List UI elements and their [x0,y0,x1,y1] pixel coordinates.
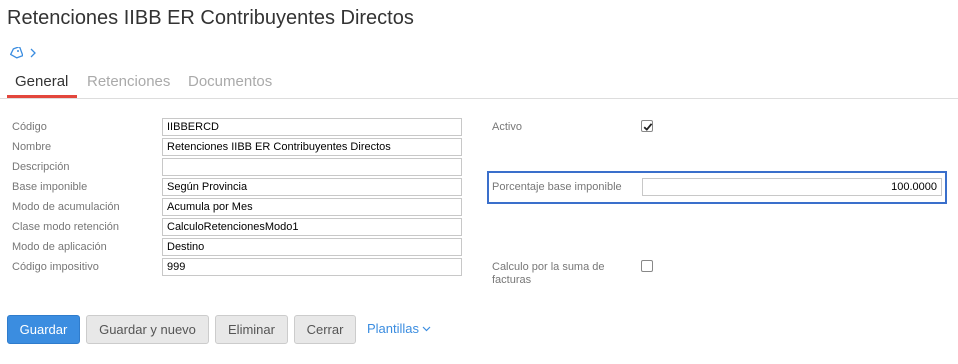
tag-row [9,47,36,59]
save-and-new-button[interactable]: Guardar y nuevo [86,315,209,344]
porcentaje-base-imponible-label: Porcentaje base imponible [492,181,622,193]
tag-icon[interactable] [9,47,23,59]
nombre-label: Nombre [12,141,52,153]
modo-aplicacion-field[interactable] [162,238,462,256]
clase-modo-retencion-label: Clase modo retención [12,221,120,233]
checkmark-icon [643,123,653,131]
modo-acumulacion-label: Modo de acumulación [12,201,120,213]
base-imponible-label: Base imponible [12,181,88,193]
tab-general[interactable]: General [15,73,68,90]
close-button[interactable]: Cerrar [294,315,356,344]
descripcion-field[interactable] [162,158,462,176]
tab-bar: General Retenciones Documentos [0,71,958,99]
chevron-right-icon[interactable] [30,48,36,58]
chevron-down-icon [422,326,431,331]
save-button[interactable]: Guardar [7,315,80,344]
codigo-label: Código [12,121,47,133]
calculo-suma-facturas-checkbox[interactable] [641,260,653,272]
codigo-impositivo-label: Código impositivo [12,261,99,273]
active-tab-indicator [7,95,77,98]
page-title: Retenciones IIBB ER Contribuyentes Direc… [7,7,414,29]
tab-retenciones[interactable]: Retenciones [87,73,170,90]
delete-button[interactable]: Eliminar [215,315,288,344]
porcentaje-base-imponible-field[interactable] [642,178,942,196]
calculo-suma-facturas-label: Calculo por la suma de facturas [492,261,605,286]
nombre-field[interactable] [162,138,462,156]
descripcion-label: Descripción [12,161,70,173]
codigo-impositivo-field[interactable] [162,258,462,276]
activo-checkbox[interactable] [641,120,653,132]
activo-label: Activo [492,121,522,133]
modo-acumulacion-field[interactable] [162,198,462,216]
templates-label: Plantillas [367,321,420,336]
base-imponible-field[interactable] [162,178,462,196]
templates-dropdown[interactable]: Plantillas [367,321,431,336]
modo-aplicacion-label: Modo de aplicación [12,241,107,253]
tab-documentos[interactable]: Documentos [188,73,272,90]
codigo-field[interactable] [162,118,462,136]
clase-modo-retencion-field[interactable] [162,218,462,236]
